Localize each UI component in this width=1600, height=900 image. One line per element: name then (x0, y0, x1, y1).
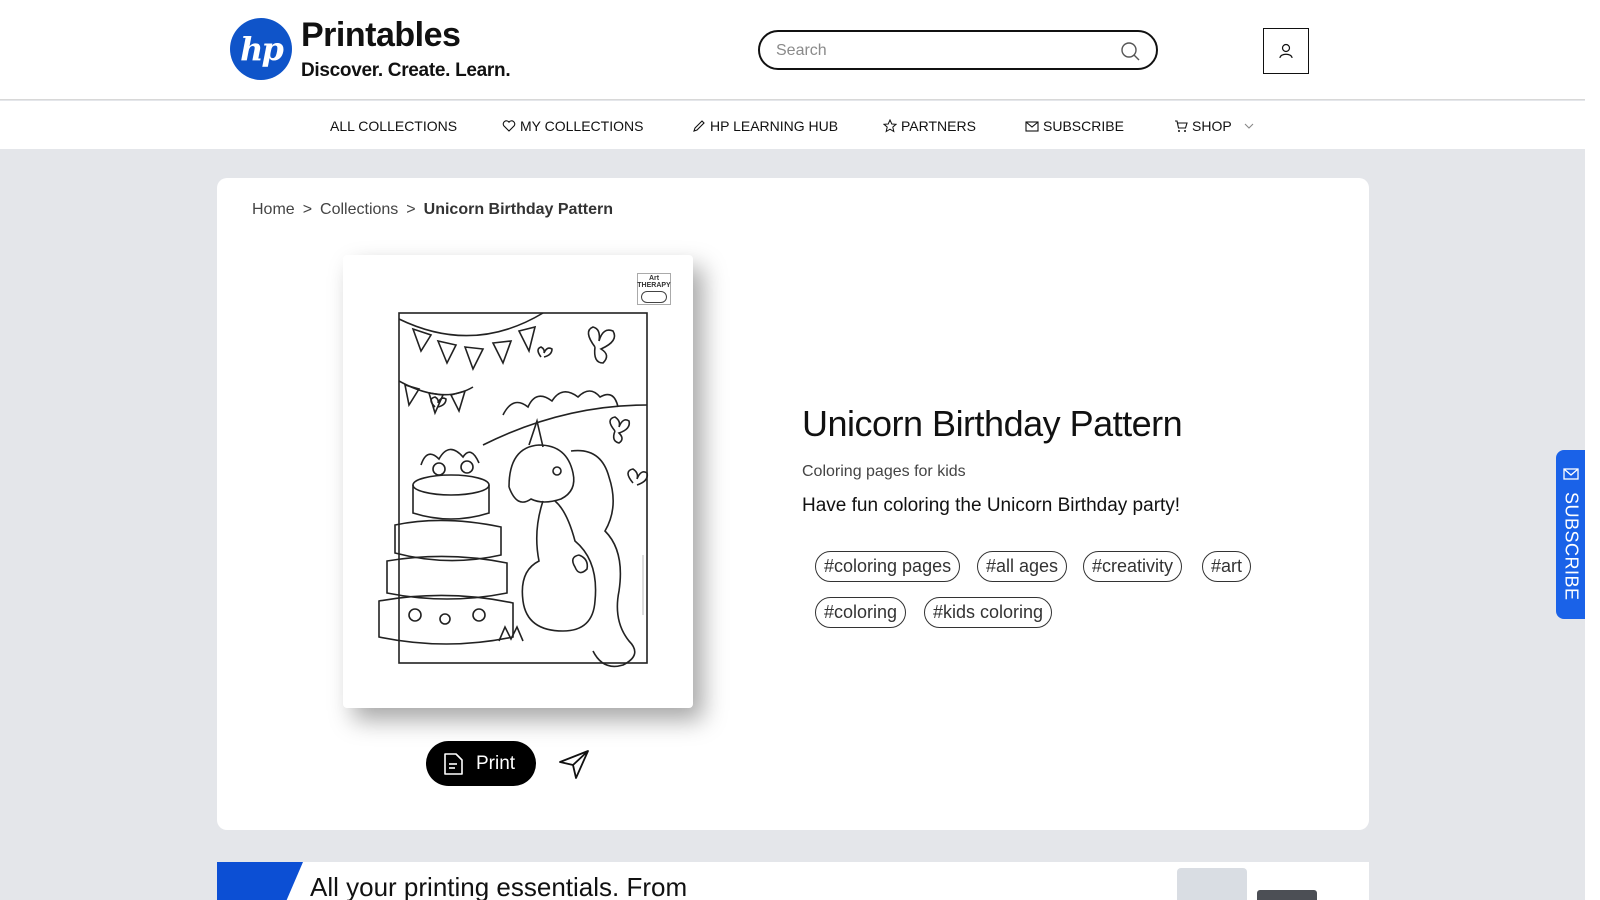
brand-title[interactable]: Printables (301, 16, 461, 55)
nav-partners[interactable]: PARTNERS (883, 118, 976, 134)
print-button[interactable]: Print (426, 741, 536, 786)
nav-label: ALL COLLECTIONS (330, 118, 458, 134)
breadcrumb-collections[interactable]: Collections (320, 201, 398, 219)
breadcrumb-home[interactable]: Home (252, 201, 295, 219)
scrollbar[interactable] (1585, 0, 1600, 900)
main-nav: ALL COLLECTIONS MY COLLECTIONS HP LEARNI… (0, 101, 1585, 149)
nav-label: SUBSCRIBE (1043, 118, 1124, 134)
promo-text: All your printing essentials. From (310, 872, 688, 900)
unicorn-coloring-page-illustration (378, 312, 649, 668)
product-title: Unicorn Birthday Pattern (802, 403, 1183, 444)
print-label: Print (476, 752, 516, 774)
tag-chip[interactable]: #creativity (1083, 551, 1183, 582)
nav-label: MY COLLECTIONS (520, 118, 644, 134)
send-icon (559, 750, 589, 779)
user-icon (1279, 43, 1293, 59)
breadcrumb-separator: > (302, 201, 313, 218)
nav-shop[interactable]: SHOP (1174, 118, 1256, 134)
nav-my-collections[interactable]: MY COLLECTIONS (502, 118, 643, 134)
chevron-down-icon (1244, 123, 1254, 129)
nav-label: PARTNERS (901, 118, 976, 134)
share-button[interactable] (557, 747, 591, 781)
product-subtitle: Coloring pages for kids (802, 463, 966, 480)
nav-all-collections[interactable]: ALL COLLECTIONS (330, 118, 457, 134)
mail-icon (1025, 121, 1039, 132)
tag-chip[interactable]: #art (1202, 551, 1252, 582)
cart-icon (1175, 120, 1188, 132)
nav-learning-hub[interactable]: HP LEARNING HUB (692, 118, 838, 134)
tag-chip[interactable]: #coloring pages (815, 551, 961, 582)
mail-icon (1563, 468, 1579, 480)
side-subscribe-label: SUBSCRIBE (1561, 492, 1582, 601)
hp-logo[interactable]: hp (230, 18, 292, 80)
nav-label: HP LEARNING HUB (710, 118, 839, 134)
search-input[interactable] (776, 40, 1106, 62)
breadcrumb-separator: > (406, 201, 416, 218)
document-icon (444, 752, 463, 775)
brand-tagline: Discover. Create. Learn. (301, 60, 511, 81)
nav-subscribe[interactable]: SUBSCRIBE (1025, 118, 1124, 134)
product-card: Home > Collections > Unicorn Birthday Pa… (217, 178, 1369, 830)
tag-chip[interactable]: #all ages (977, 551, 1068, 582)
site-header: hp Printables Discover. Create. Learn. (0, 0, 1585, 100)
pencil-icon (693, 120, 705, 132)
search-box (758, 30, 1158, 70)
account-button[interactable] (1263, 28, 1309, 74)
tag-chip[interactable]: #kids coloring (924, 597, 1053, 628)
logo-text: hp (240, 30, 284, 68)
tag-chip[interactable]: #coloring (815, 597, 907, 628)
promo-banner[interactable]: All your printing essentials. From (217, 862, 1369, 900)
promo-accent-shape (217, 862, 303, 900)
printer-image (1177, 868, 1247, 900)
heart-icon (502, 120, 516, 132)
product-description: Have fun coloring the Unicorn Birthday p… (802, 495, 1181, 516)
printer-image-secondary (1257, 890, 1317, 900)
search-icon[interactable] (1120, 41, 1140, 61)
breadcrumb-current: Unicorn Birthday Pattern (423, 201, 613, 218)
side-subscribe-tab[interactable]: SUBSCRIBE (1556, 450, 1586, 619)
nav-label: SHOP (1192, 118, 1232, 134)
breadcrumb: Home > Collections > Unicorn Birthday Pa… (252, 201, 613, 219)
printable-preview[interactable]: Art THERAPY (343, 255, 693, 708)
star-icon (883, 119, 897, 133)
